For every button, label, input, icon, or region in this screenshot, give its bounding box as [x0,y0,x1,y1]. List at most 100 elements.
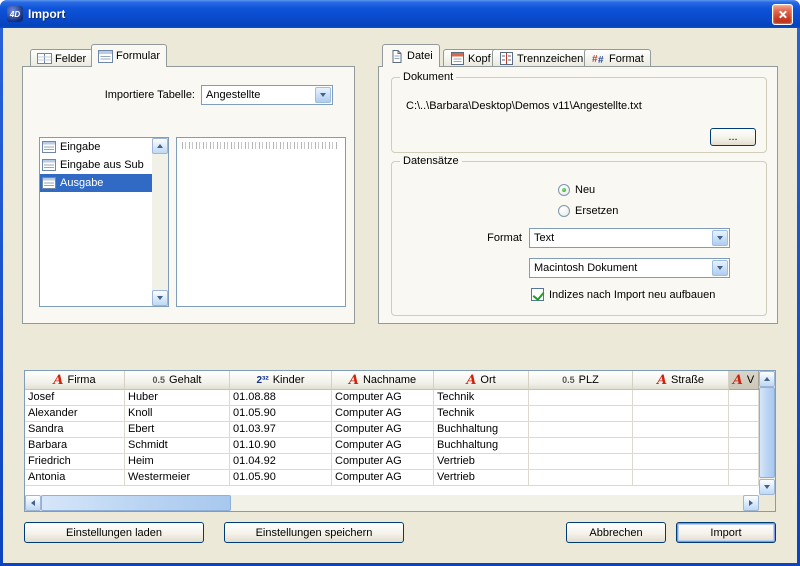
field-type-icon: A [53,374,63,387]
cancel-button[interactable]: Abbrechen [566,522,666,543]
table-row[interactable]: AlexanderKnoll01.05.90Computer AGTechnik [25,406,759,422]
table-cell: Heim [125,454,230,470]
form-icon [42,159,56,171]
separator-icon [499,52,514,65]
table-cell: 01.10.90 [230,438,332,454]
scroll-track[interactable] [759,387,775,479]
list-item-2[interactable]: Ausgabe [40,174,152,192]
form-icon [98,50,113,63]
table-cell: Computer AG [332,422,434,438]
table-cell [729,406,759,422]
scroll-down-button[interactable] [152,290,168,306]
table-cell: Huber [125,390,230,406]
form-preview-content [182,142,339,149]
tab-trennzeichen[interactable]: Trennzeichen [492,49,590,67]
tab-datei[interactable]: Datei [382,44,440,67]
table-cell [529,406,633,422]
table-cell: Technik [434,390,529,406]
table-cell [529,422,633,438]
format-combobox[interactable]: Text [529,228,730,248]
field-type-icon: A [349,374,359,387]
browse-button[interactable]: ... [710,128,756,146]
table-cell: Knoll [125,406,230,422]
list-vertical-scrollbar[interactable] [152,138,168,306]
window-title: Import [28,7,772,21]
rebuild-indexes-checkbox[interactable]: Indizes nach Import neu aufbauen [531,288,715,301]
scroll-down-button[interactable] [759,479,775,495]
column-header-nachname[interactable]: A Nachname [332,371,434,390]
tab-format[interactable]: ## Format [584,49,651,67]
table-cell: Buchhaltung [434,422,529,438]
table-cell [529,454,633,470]
column-header-plz[interactable]: 0.5PLZ [529,371,633,390]
document-type-combobox-value: Macintosh Dokument [534,262,709,274]
table-row[interactable]: BarbaraSchmidt01.10.90Computer AGBuchhal… [25,438,759,454]
dialog-body: Felder Formular Importiere Tabelle: Ange… [3,28,797,563]
table-row[interactable]: SandraEbert01.03.97Computer AGBuchhaltun… [25,422,759,438]
import-button[interactable]: Import [676,522,776,543]
field-type-icon: A [733,374,743,387]
title-bar[interactable]: 4D Import [0,0,800,28]
scroll-up-button[interactable] [759,371,775,387]
column-label: Straße [671,374,704,386]
tab-formular[interactable]: Formular [91,44,167,67]
checkmark-icon [531,288,544,301]
datensaetze-group-label: Datensätze [400,155,462,167]
close-icon [778,10,787,19]
column-header-straße[interactable]: AStraße [633,371,729,390]
scrollbar-corner [759,495,775,511]
table-cell [729,438,759,454]
radio-ersetzen[interactable]: Ersetzen [558,205,618,217]
tab-felder[interactable]: Felder [30,49,93,67]
table-row[interactable]: AntoniaWestermeier01.05.90Computer AGVer… [25,470,759,486]
radio-neu[interactable]: Neu [558,184,595,196]
scroll-track[interactable] [152,154,168,290]
tab-label: Formular [116,50,160,62]
column-header-kinder[interactable]: 2³²Kinder [230,371,332,390]
document-path: C:\..\Barbara\Desktop\Demos v11\Angestel… [406,100,642,112]
format-label: Format [472,232,522,244]
chevron-down-icon[interactable] [712,260,728,276]
table-cell: Sandra [25,422,125,438]
list-item-1[interactable]: Eingabe aus Sub [40,156,152,174]
load-settings-button[interactable]: Einstellungen laden [24,522,204,543]
column-header-ort[interactable]: AOrt [434,371,529,390]
scroll-up-button[interactable] [152,138,168,154]
table-cell: Antonia [25,470,125,486]
table-body: JosefHuber01.08.88Computer AGTechnikAlex… [25,390,759,495]
column-header-firma[interactable]: AFirma [25,371,125,390]
save-settings-button[interactable]: Einstellungen speichern [224,522,404,543]
preview-table: AFirma0.5Gehalt2³²KinderANachnameAOrt0.5… [24,370,776,512]
scroll-track[interactable] [41,495,743,511]
table-cell [729,422,759,438]
chevron-down-icon[interactable] [712,230,728,246]
table-cell: Friedrich [25,454,125,470]
table-vertical-scrollbar[interactable] [759,371,775,495]
table-cell: 01.05.90 [230,470,332,486]
column-header-gehalt[interactable]: 0.5Gehalt [125,371,230,390]
table-cell: Technik [434,406,529,422]
field-type-icon: 0.5 [153,375,166,385]
table-cell: Barbara [25,438,125,454]
horizontal-scroll-thumb[interactable] [41,495,231,511]
table-row[interactable]: JosefHuber01.08.88Computer AGTechnik [25,390,759,406]
table-combobox[interactable]: Angestellte [201,85,333,105]
table-cell: Buchhaltung [434,438,529,454]
column-label: Nachname [363,374,416,386]
field-type-icon: 0.5 [562,375,575,385]
table-cell: Computer AG [332,390,434,406]
close-button[interactable] [772,4,793,25]
scroll-left-button[interactable] [25,495,41,511]
table-horizontal-scrollbar[interactable] [25,495,759,511]
format-icon: ## [591,52,606,65]
tab-label: Kopf [468,53,491,65]
table-cell: Schmidt [125,438,230,454]
document-type-combobox[interactable]: Macintosh Dokument [529,258,730,278]
chevron-down-icon[interactable] [315,87,331,103]
column-header-v[interactable]: AV [729,371,759,390]
vertical-scroll-thumb[interactable] [759,387,775,478]
table-row[interactable]: FriedrichHeim01.04.92Computer AGVertrieb [25,454,759,470]
scroll-right-button[interactable] [743,495,759,511]
list-item-0[interactable]: Eingabe [40,138,152,156]
tab-kopf[interactable]: Kopf [443,49,498,67]
